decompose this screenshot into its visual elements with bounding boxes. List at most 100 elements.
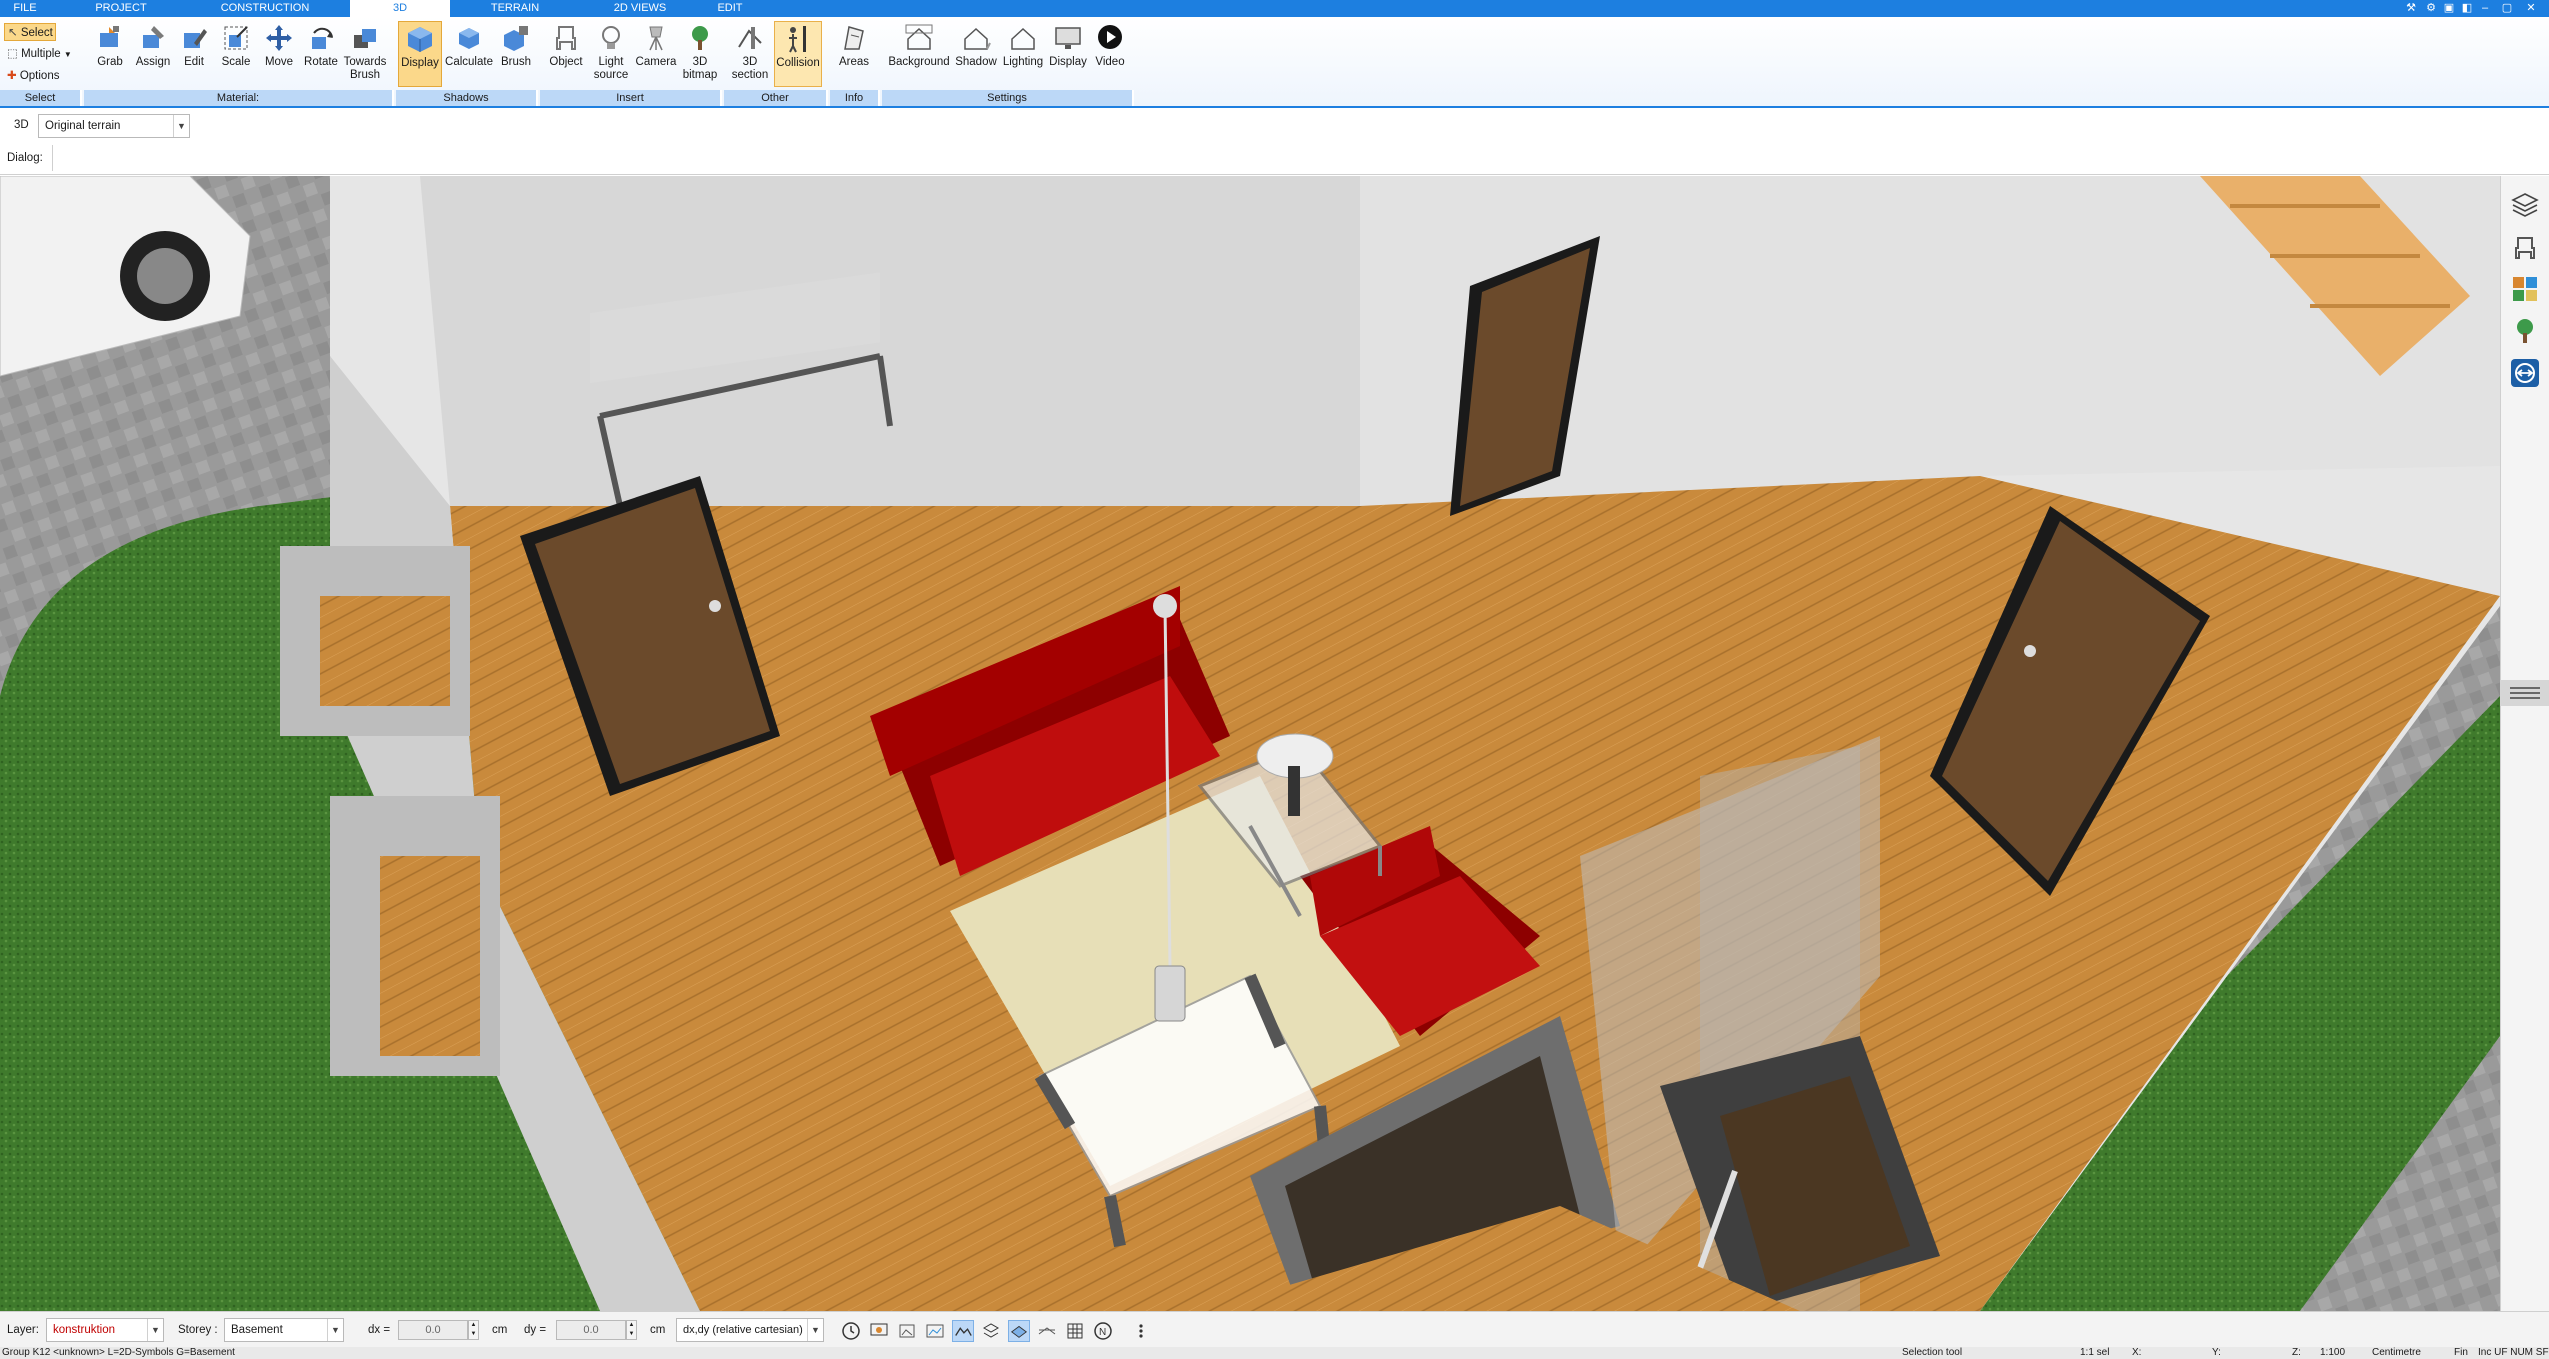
- clock-icon[interactable]: [840, 1320, 862, 1342]
- camera-button[interactable]: Camera: [634, 21, 678, 87]
- background-button[interactable]: Background: [884, 21, 954, 87]
- group-label-shadows: Shadows: [396, 90, 538, 106]
- tab-file[interactable]: FILE: [0, 0, 50, 17]
- plants-icon[interactable]: [2510, 316, 2540, 346]
- terrain-select[interactable]: Original terrain ▼: [38, 114, 190, 138]
- status-scale: 1:100: [2320, 1347, 2346, 1358]
- tab-project[interactable]: PROJECT: [60, 0, 182, 17]
- furniture-icon[interactable]: [2510, 232, 2540, 262]
- edit-button[interactable]: Edit: [176, 21, 212, 87]
- 3d-viewport[interactable]: [0, 176, 2500, 1311]
- status-fin: Fin: [2454, 1347, 2468, 1358]
- lighting-button[interactable]: Lighting: [1000, 21, 1046, 87]
- group-label-info: Info: [830, 90, 880, 106]
- tab-construction[interactable]: CONSTRUCTION: [190, 0, 340, 17]
- panel-collapse-handle[interactable]: [2500, 680, 2549, 706]
- edit-icon: [184, 29, 207, 48]
- status-z: Z:: [2292, 1347, 2301, 1358]
- storey-label: Storey :: [178, 1324, 218, 1336]
- dx-input[interactable]: 0.0: [398, 1320, 468, 1340]
- screen-icon[interactable]: [868, 1320, 890, 1342]
- display-settings-button[interactable]: Display: [1048, 21, 1088, 87]
- layers-toggle-icon[interactable]: [980, 1320, 1002, 1342]
- cube-brush-icon: [504, 26, 528, 51]
- status-sel: 1:1 sel: [2080, 1347, 2110, 1358]
- chevron-down-icon: ▼: [173, 115, 189, 137]
- rotate-button[interactable]: Rotate: [300, 21, 342, 87]
- assign-button[interactable]: Assign: [132, 21, 174, 87]
- minimize-icon[interactable]: –: [2478, 1, 2492, 15]
- group-label-material: Material:: [84, 90, 394, 106]
- dx-spinner[interactable]: ▲ ▼: [468, 1320, 479, 1340]
- move-button[interactable]: Move: [258, 21, 300, 87]
- light-source-button[interactable]: Light source: [590, 21, 632, 87]
- help-icon[interactable]: ▣: [2442, 1, 2456, 15]
- areas-icon: [844, 26, 864, 50]
- collision-button[interactable]: Collision: [774, 21, 822, 87]
- layers-icon[interactable]: [2510, 190, 2540, 220]
- plane-icon[interactable]: [1008, 1320, 1030, 1342]
- terrain-view-icon[interactable]: [952, 1320, 974, 1342]
- status-flags: Inc UF NUM SF: [2478, 1347, 2549, 1358]
- tab-3d[interactable]: 3D: [350, 0, 450, 17]
- play-icon: [1098, 25, 1122, 49]
- calculate-button[interactable]: Calculate: [444, 21, 494, 87]
- section-icon: [738, 27, 762, 49]
- chevron-down-icon: ▼: [147, 1319, 163, 1341]
- scale-button[interactable]: Scale: [216, 21, 256, 87]
- close-icon[interactable]: ✕: [2524, 1, 2538, 15]
- coordinate-mode-select[interactable]: dx,dy (relative cartesian) ▼: [676, 1318, 824, 1342]
- settings-icon[interactable]: ⚙: [2424, 1, 2438, 15]
- shadow-brush-button[interactable]: Brush: [496, 21, 536, 87]
- cube-calculate-icon: [459, 28, 479, 49]
- insert-object-button[interactable]: Object: [546, 21, 586, 87]
- group-label-settings: Settings: [882, 90, 1134, 106]
- chair-icon: [556, 26, 576, 50]
- status-y: Y:: [2212, 1347, 2221, 1358]
- svg-text:N: N: [1099, 1327, 1106, 1338]
- dx-unit: cm: [492, 1324, 508, 1336]
- tree-icon: [692, 26, 708, 50]
- storey-select[interactable]: Basement ▼: [224, 1318, 344, 1342]
- remote-link-icon[interactable]: [2510, 358, 2540, 388]
- wireframe-icon[interactable]: [1036, 1320, 1058, 1342]
- tab-terrain[interactable]: TERRAIN: [460, 0, 570, 17]
- select-button[interactable]: ↖ Select: [4, 23, 56, 41]
- north-icon[interactable]: N: [1092, 1320, 1114, 1342]
- person-collision-icon: [789, 26, 806, 53]
- image-icon[interactable]: [924, 1320, 946, 1342]
- render-icon[interactable]: [896, 1320, 918, 1342]
- areas-button[interactable]: Areas: [834, 21, 874, 87]
- back-wall: [420, 176, 1360, 506]
- house-light-icon: [1011, 27, 1035, 50]
- info-icon[interactable]: ◧: [2460, 1, 2474, 15]
- shadow-settings-button[interactable]: Shadow: [954, 21, 998, 87]
- cube-display-icon: [408, 27, 432, 52]
- materials-icon[interactable]: [2510, 274, 2540, 304]
- multi-cursor-icon: ⬚: [7, 48, 18, 60]
- rotate-icon: [312, 27, 333, 49]
- shadow-display-button[interactable]: Display: [398, 21, 442, 87]
- more-options-icon[interactable]: [1130, 1320, 1152, 1342]
- scale-icon: [224, 26, 248, 50]
- layer-select[interactable]: konstruktion ▼: [46, 1318, 164, 1342]
- grab-button[interactable]: Grab: [90, 21, 130, 87]
- ribbon: ↖ Select ⬚ Multiple ▼ ✚ Options Select G…: [0, 17, 2549, 108]
- maximize-icon[interactable]: ▢: [2500, 1, 2514, 15]
- grid-icon[interactable]: [1064, 1320, 1086, 1342]
- tab-2d-views[interactable]: 2D VIEWS: [590, 0, 690, 17]
- video-button[interactable]: Video: [1090, 21, 1130, 87]
- options-button[interactable]: ✚ Options: [4, 67, 59, 85]
- 3d-scene[interactable]: [0, 176, 2500, 1311]
- towards-brush-button[interactable]: Towards Brush: [342, 21, 388, 87]
- tools-icon[interactable]: ⚒: [2404, 1, 2418, 15]
- hamburger-icon: [2510, 687, 2540, 699]
- dy-spinner[interactable]: ▲ ▼: [626, 1320, 637, 1340]
- multiple-button[interactable]: ⬚ Multiple ▼: [4, 45, 72, 63]
- dialog-toolbar: Dialog:: [0, 142, 2549, 175]
- 3d-bitmap-button[interactable]: 3D bitmap: [680, 21, 720, 87]
- dx-label: dx =: [368, 1324, 391, 1336]
- dy-input[interactable]: 0.0: [556, 1320, 626, 1340]
- 3d-section-button[interactable]: 3D section: [730, 21, 770, 87]
- tab-edit[interactable]: EDIT: [700, 0, 760, 17]
